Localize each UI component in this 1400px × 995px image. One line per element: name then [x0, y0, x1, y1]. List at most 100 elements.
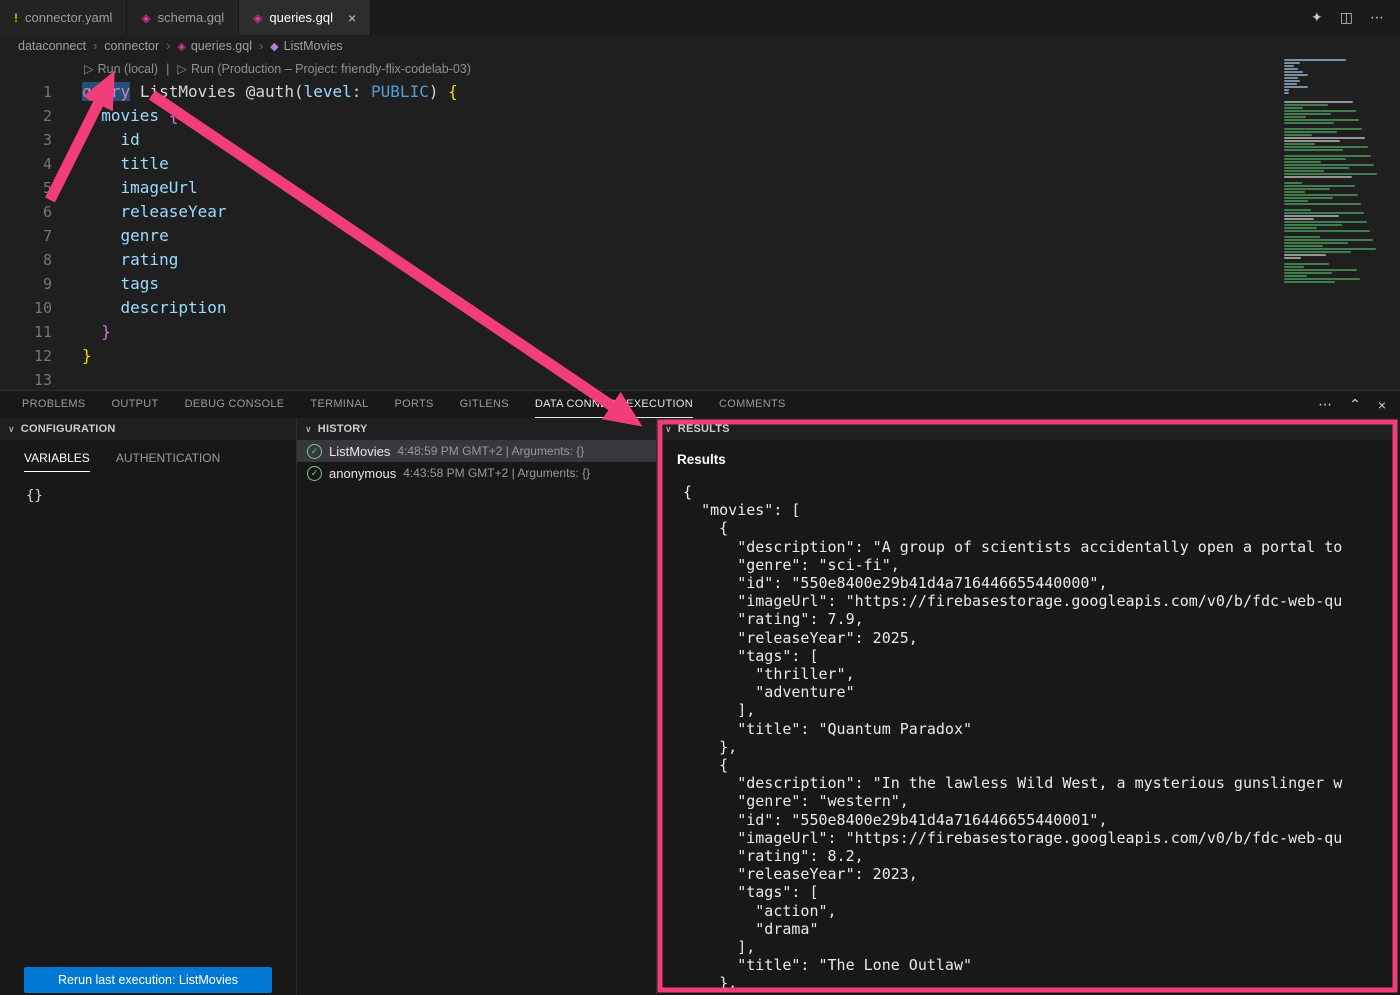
tab-schema-gql[interactable]: ◈schema.gql [127, 0, 239, 35]
maximize-panel-icon[interactable]: ⌃ [1349, 396, 1361, 413]
minimap-line [1284, 281, 1335, 283]
bottom-panel: PROBLEMS OUTPUT DEBUG CONSOLE TERMINAL PORTS… [0, 390, 1400, 995]
minimap-line [1284, 110, 1356, 112]
minimap-line [1284, 77, 1298, 79]
tab-connector-yaml[interactable]: !connector.yaml [0, 0, 127, 35]
minimap-line [1284, 176, 1352, 178]
breadcrumb-separator: › [259, 39, 263, 53]
results-json[interactable]: { "movies": [ { "description": "A group … [657, 483, 1400, 993]
code-lines[interactable]: 1query ListMovies @auth(level: PUBLIC) {… [0, 80, 1400, 390]
minimap-line [1284, 242, 1348, 244]
minimap-line [1284, 185, 1355, 187]
rerun-button[interactable]: Rerun last execution: ListMovies [24, 967, 272, 993]
code-text: rating [52, 248, 178, 272]
line-number: 2 [0, 104, 52, 128]
breadcrumb-label: queries.gql [191, 39, 252, 53]
panel-tab-debug-console[interactable]: DEBUG CONSOLE [185, 391, 285, 418]
tab-label: connector.yaml [25, 10, 112, 25]
minimap-line [1284, 245, 1323, 247]
more-actions-icon[interactable]: ⋯ [1370, 9, 1384, 26]
code-line-4: 4 title [0, 152, 1400, 176]
line-number: 6 [0, 200, 52, 224]
minimap-line [1284, 236, 1320, 238]
run-local-link[interactable]: ▷Run (local) [84, 61, 158, 76]
minimap-line [1284, 152, 1397, 154]
breadcrumb-item-connector[interactable]: connector [104, 39, 159, 53]
panel-tab-problems[interactable]: PROBLEMS [22, 391, 86, 418]
configuration-header[interactable]: ∨ CONFIGURATION [0, 418, 296, 440]
variables-value[interactable]: {} [26, 488, 296, 504]
code-token: genre [121, 226, 169, 245]
code-text: title [52, 152, 169, 176]
minimap-line [1284, 239, 1373, 241]
panel-more-icon[interactable]: ⋯ [1318, 396, 1332, 413]
code-token [82, 250, 121, 269]
code-token: tags [121, 274, 160, 293]
breadcrumb-label: dataconnect [18, 39, 86, 53]
split-editor-icon[interactable]: ◫ [1340, 9, 1353, 26]
minimap-line [1284, 107, 1303, 109]
tab-queries-gql[interactable]: ◈queries.gql× [239, 0, 371, 35]
code-text: tags [52, 272, 159, 296]
minimap-line [1284, 197, 1333, 199]
history-title: HISTORY [318, 423, 368, 435]
panel-tab-output[interactable]: OUTPUT [112, 391, 159, 418]
editor-title-actions: ✦ ◫ ⋯ [1311, 0, 1400, 35]
minimap-line [1284, 143, 1315, 145]
line-number: 12 [0, 344, 52, 368]
minimap-line [1284, 200, 1308, 202]
panel-tab-terminal[interactable]: TERMINAL [310, 391, 368, 418]
panel-tab-gitlens[interactable]: GITLENS [460, 391, 509, 418]
tab-variables[interactable]: VARIABLES [24, 444, 90, 472]
line-number: 3 [0, 128, 52, 152]
graphql-file-icon: ◈ [141, 11, 150, 25]
run-production-label: Run (Production – Project: friendly-flix… [191, 62, 471, 76]
close-panel-icon[interactable]: × [1378, 397, 1386, 413]
copilot-icon[interactable]: ✦ [1311, 9, 1323, 26]
play-icon: ▷ [177, 61, 187, 76]
configuration-title: CONFIGURATION [21, 423, 116, 435]
panel-tab-comments[interactable]: COMMENTS [719, 391, 786, 418]
line-number: 1 [0, 80, 52, 104]
minimap-line [1284, 269, 1357, 271]
minimap-line [1284, 125, 1397, 127]
close-icon[interactable]: × [348, 10, 356, 26]
configuration-section: ∨ CONFIGURATION VARIABLES AUTHENTICATION… [0, 418, 297, 995]
code-token [82, 298, 121, 317]
line-number: 11 [0, 320, 52, 344]
minimap-line [1284, 194, 1358, 196]
results-header[interactable]: ∨ RESULTS [657, 418, 1400, 440]
results-section: ∨ RESULTS Results { "movies": [ { "descr… [657, 418, 1400, 995]
breadcrumb-item-listmovies[interactable]: ◆ListMovies [270, 39, 343, 53]
code-token: PUBLIC [371, 82, 429, 101]
code-text: releaseYear [52, 200, 227, 224]
code-token: title [121, 154, 169, 173]
minimap-line [1284, 203, 1361, 205]
history-item-listmovies[interactable]: ✓ListMovies4:48:59 PM GMT+2 | Arguments:… [297, 440, 656, 462]
code-line-11: 11 } [0, 320, 1400, 344]
code-token [82, 274, 121, 293]
panel-tab-ports[interactable]: PORTS [394, 391, 433, 418]
code-token [130, 82, 140, 101]
code-token [82, 154, 121, 173]
run-production-link[interactable]: ▷ Run (Production – Project: friendly-fli… [177, 61, 471, 76]
minimap-line [1284, 257, 1301, 259]
code-line-5: 5 imageUrl [0, 176, 1400, 200]
minimap-line [1284, 221, 1367, 223]
code-token [82, 226, 121, 245]
line-number: 4 [0, 152, 52, 176]
code-token [82, 178, 121, 197]
panel-tab-data-connect-execution[interactable]: DATA CONNECT EXECUTION [535, 391, 693, 418]
code-token [361, 82, 371, 101]
minimap-line [1284, 272, 1332, 274]
tab-label: queries.gql [269, 10, 333, 25]
breadcrumb-item-queries-gql[interactable]: ◈queries.gql [177, 39, 252, 53]
history-header[interactable]: ∨ HISTORY [297, 418, 656, 440]
breadcrumb-item-dataconnect[interactable]: dataconnect [18, 39, 86, 53]
minimap-line [1284, 95, 1397, 97]
code-token: rating [121, 250, 179, 269]
history-item-anonymous[interactable]: ✓anonymous4:43:58 PM GMT+2 | Arguments: … [297, 462, 656, 484]
code-text: id [52, 128, 140, 152]
tab-authentication[interactable]: AUTHENTICATION [116, 444, 220, 472]
minimap[interactable] [1284, 59, 1397, 284]
